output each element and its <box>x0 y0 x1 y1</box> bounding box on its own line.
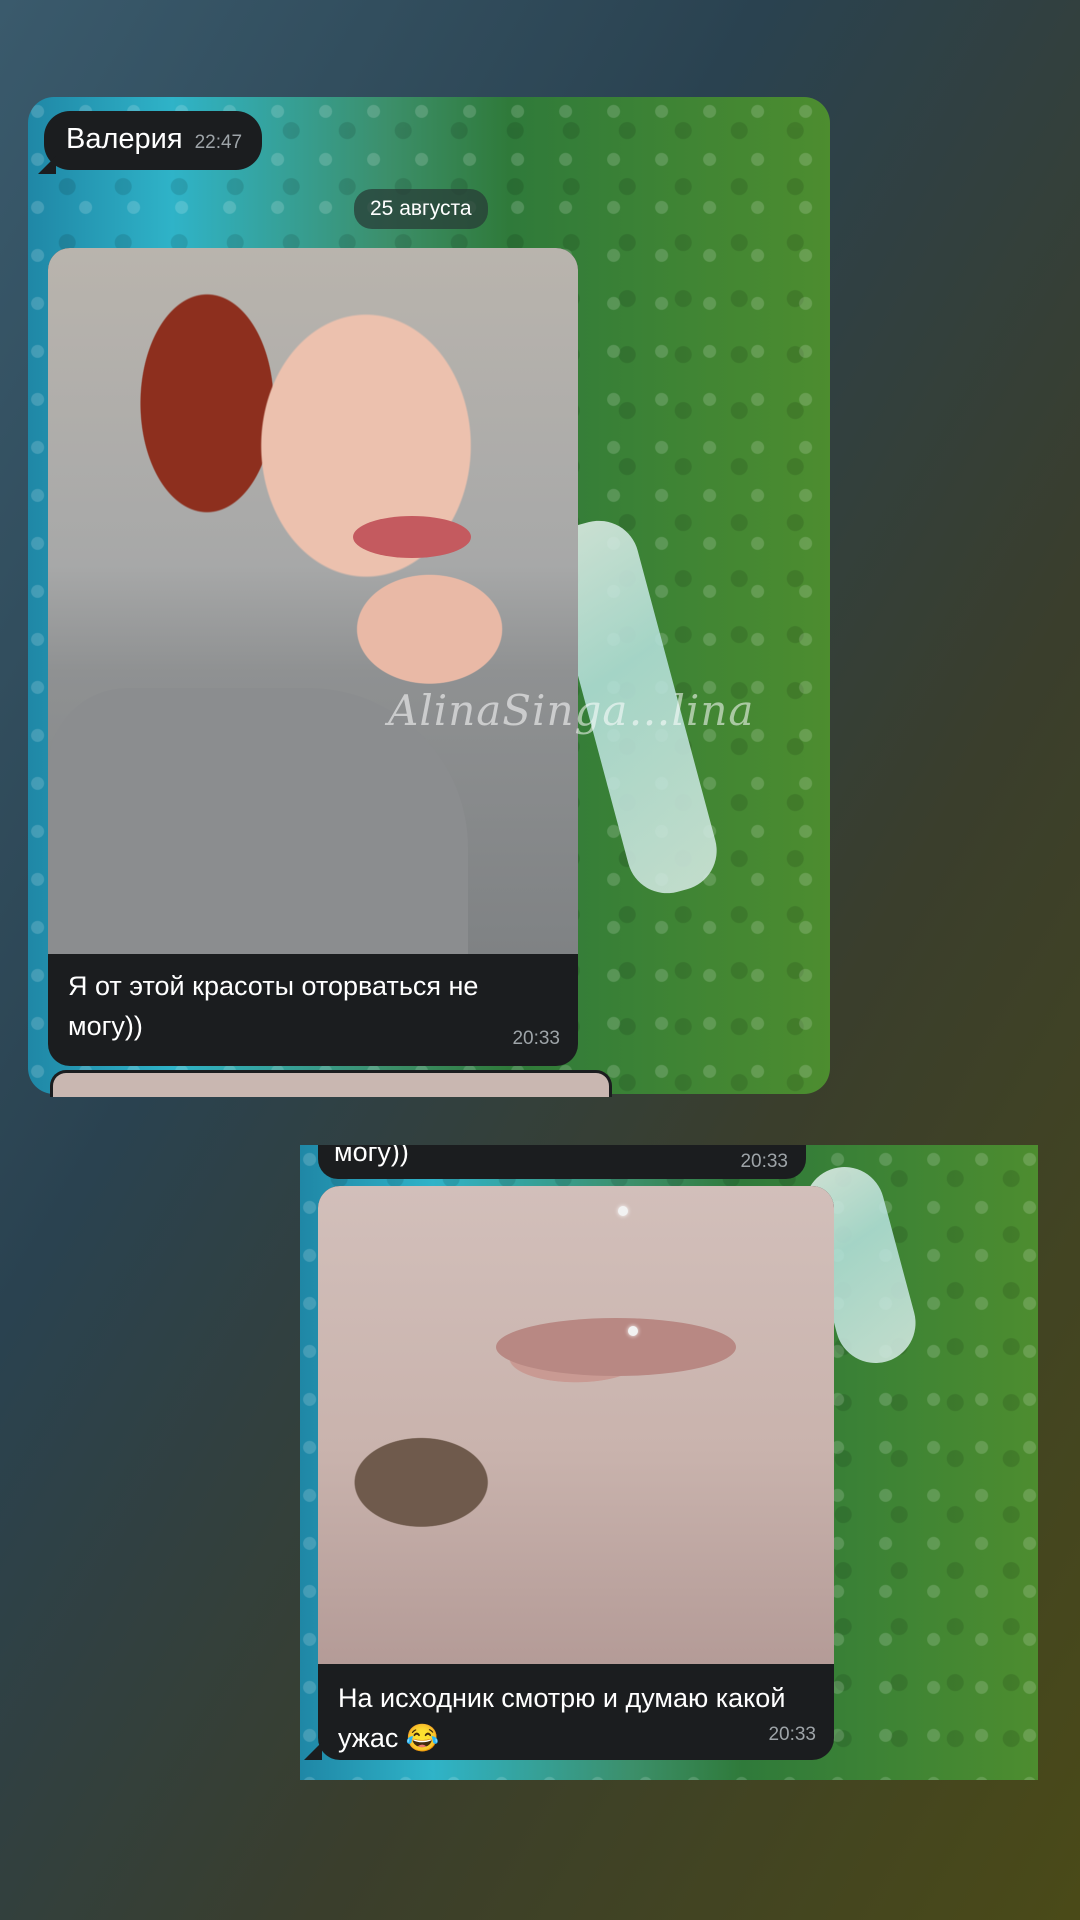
message-photo[interactable] <box>318 1186 834 1664</box>
watermark-text: AlinaSinga…lina <box>388 686 755 735</box>
next-message-stub <box>50 1070 612 1097</box>
cut-message-text: могу)) <box>334 1145 409 1167</box>
sender-name: Валерия <box>66 123 183 155</box>
message-photo[interactable] <box>48 248 578 954</box>
date-separator: 25 августа <box>354 189 488 229</box>
message-time: 20:33 <box>768 1724 816 1745</box>
message-time: 20:33 <box>512 1028 560 1049</box>
message-caption: На исходник смотрю и думаю какой ужас 😂 <box>338 1683 786 1753</box>
piercing-stud <box>628 1326 638 1336</box>
sender-bubble[interactable]: Валерия 22:47 <box>44 111 263 170</box>
message-time: 20:33 <box>740 1151 788 1172</box>
photo-lips <box>496 1318 736 1376</box>
cut-message[interactable]: могу)) 20:33 <box>318 1145 806 1179</box>
piercing-stud <box>618 1206 628 1216</box>
photo-lips <box>353 516 471 558</box>
photo-message-1[interactable]: Я от этой красоты оторваться не могу)) 2… <box>48 248 578 1066</box>
sender-time: 22:47 <box>194 132 243 153</box>
message-caption: Я от этой красоты оторваться не могу)) <box>68 971 479 1041</box>
photo-message-2[interactable]: На исходник смотрю и думаю какой ужас 😂 … <box>318 1186 834 1760</box>
